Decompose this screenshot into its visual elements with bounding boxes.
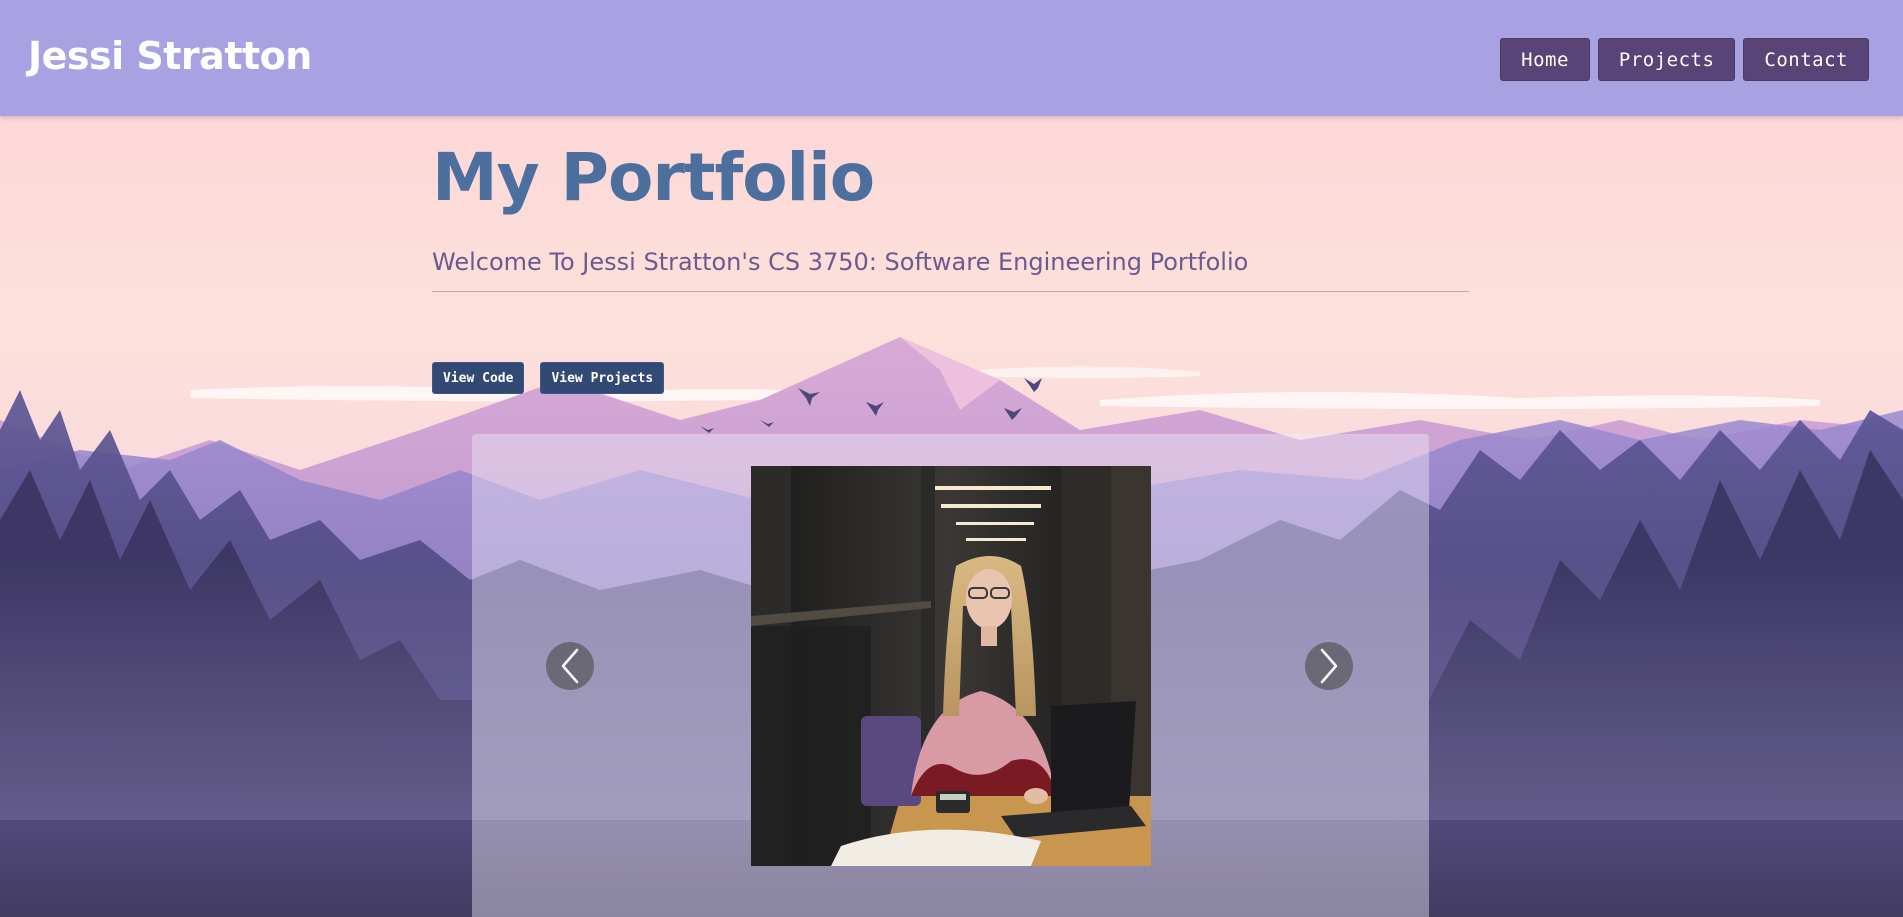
nav-home-button[interactable]: Home [1500,38,1590,81]
carousel-slide-image [751,466,1151,866]
view-projects-button[interactable]: View Projects [540,362,665,394]
brand-logo-text[interactable]: Jessi Stratton [28,34,312,78]
page-title: My Portfolio [432,139,875,216]
nav-contact-button[interactable]: Contact [1743,38,1869,81]
carousel-next-button[interactable] [1305,642,1353,690]
page-subtitle: Welcome To Jessi Stratton's CS 3750: Sof… [432,247,1249,276]
navbar: Jessi Stratton Home Projects Contact [0,0,1903,116]
divider [432,290,1469,292]
carousel-prev-button[interactable] [546,642,594,690]
chevron-right-icon [1320,648,1338,684]
view-code-button[interactable]: View Code [432,362,525,394]
portrait-photo [751,466,1151,866]
nav-projects-button[interactable]: Projects [1597,38,1736,81]
image-carousel [472,434,1429,917]
chevron-left-icon [561,648,579,684]
hero-section: My Portfolio Welcome To Jessi Stratton's… [432,140,1470,292]
hero-actions: View Code View Projects [432,362,665,394]
nav-menu: Home Projects Contact [1500,38,1869,81]
